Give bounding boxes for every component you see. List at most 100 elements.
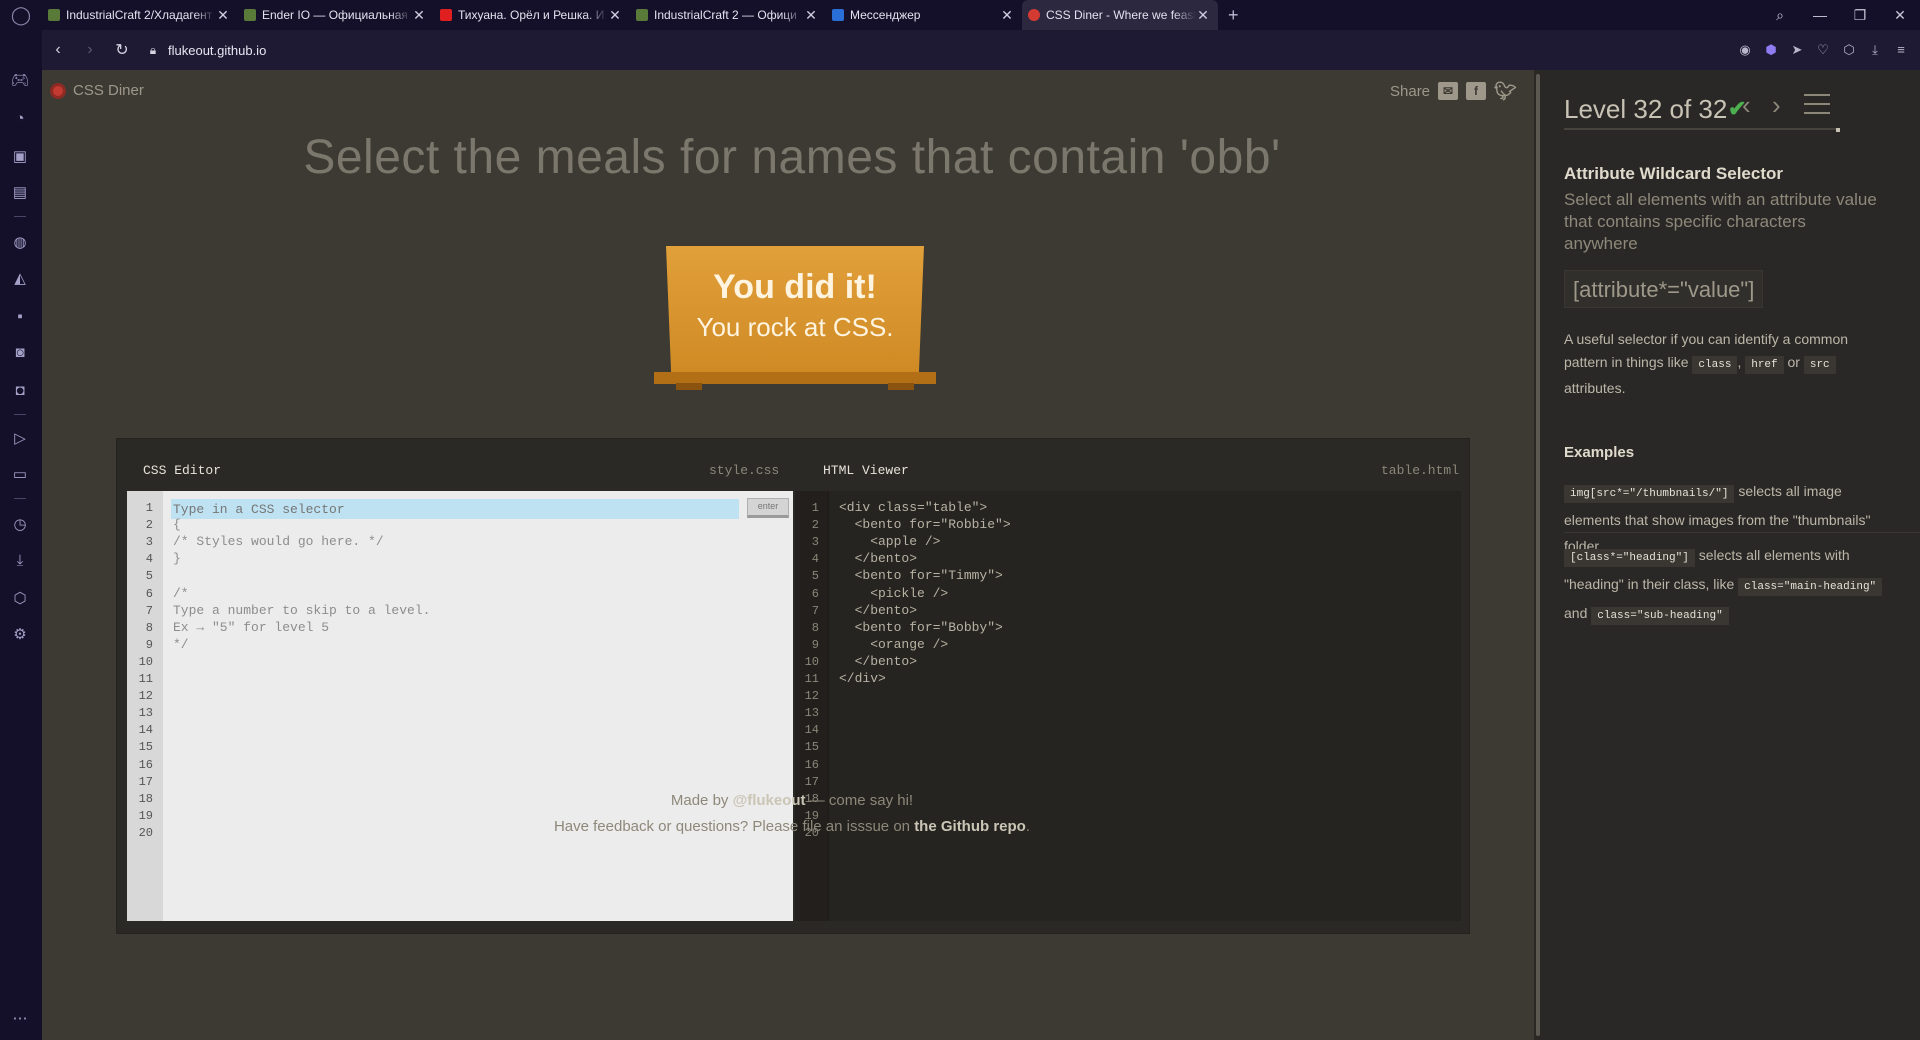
footer-say-hi: — come say hi! (809, 792, 914, 809)
order-instruction: Select the meals for names that contain … (303, 131, 1281, 184)
vk-icon[interactable]: ▪ (8, 304, 32, 328)
html-line-numbers: 1 2 3 4 5 6 7 8 9 10 11 12 13 14 15 16 17 18 19 20 (795, 491, 829, 921)
line-number: 16 (804, 757, 819, 772)
tray-surface (666, 246, 924, 374)
tab-2[interactable]: Тихуана. Орёл и Решка. И ✕ (434, 0, 630, 30)
url-field[interactable]: flukeout.github.io (168, 43, 1732, 58)
close-icon[interactable]: ✕ (412, 7, 426, 24)
line-number: 5 (811, 569, 819, 584)
camera-icon[interactable]: ◉ (1732, 42, 1758, 58)
gamepad-icon[interactable]: 🎮︎ (8, 68, 32, 92)
line-number: 3 (811, 535, 819, 550)
extensions-icon[interactable]: ⬡ (8, 586, 32, 610)
heart-icon[interactable]: ♡ (1810, 42, 1836, 58)
tab-favicon-icon (636, 9, 648, 21)
settings-icon[interactable]: ⚙ (8, 622, 32, 646)
code-line: /* (173, 585, 189, 601)
selector-hint: A useful selector if you can identify a … (1564, 328, 1890, 400)
tab-title: Ender IO — Официальная (262, 8, 408, 22)
tab-1[interactable]: Ender IO — Официальная ✕ (238, 0, 434, 30)
email-icon[interactable]: ✉ (1438, 82, 1459, 100)
tab-5-active[interactable]: CSS Diner - Where we feast ✕ (1022, 0, 1218, 30)
more-icon[interactable]: ⋯ (8, 1006, 32, 1030)
tab-title: IndustrialCraft 2/Хладагент (66, 8, 213, 22)
telegram-icon[interactable]: ◭ (8, 266, 32, 290)
search-icon[interactable]: ⌕ (1760, 7, 1800, 24)
example-code: class="sub-heading" (1591, 607, 1729, 625)
next-level-button[interactable]: › (1772, 90, 1781, 121)
line-number: 2 (811, 518, 819, 533)
previous-level-button[interactable]: ‹ (1742, 90, 1751, 121)
line-number: 12 (138, 689, 153, 704)
line-number: 15 (138, 740, 153, 755)
discord-icon[interactable]: ◘ (8, 378, 32, 402)
html-viewer-filename: table.html (1381, 463, 1460, 478)
line-number: 1 (145, 501, 153, 515)
line-number: 13 (804, 706, 819, 721)
menu-icon[interactable]: ≡ (1888, 42, 1914, 58)
player-icon[interactable]: ▷ (8, 426, 32, 450)
line-number: 2 (145, 518, 153, 533)
code-line: /* Styles would go here. */ (173, 534, 384, 550)
tab-title: Тихуана. Орёл и Решка. И (458, 8, 605, 22)
forward-icon[interactable]: › (74, 41, 106, 59)
close-icon[interactable]: ✕ (804, 7, 818, 24)
close-icon[interactable]: ✕ (216, 7, 230, 24)
footer-period: . (1025, 818, 1031, 835)
editor-container: CSS Editor style.css HTML Viewer table.h… (116, 438, 1470, 934)
new-tab-button[interactable]: + (1228, 5, 1248, 26)
cube-icon[interactable]: ⬡ (1836, 42, 1862, 58)
close-icon[interactable]: ✕ (1000, 7, 1014, 24)
close-icon[interactable]: ✕ (608, 7, 622, 24)
github-repo-link[interactable]: the Github repo (914, 818, 1026, 835)
twitch-icon[interactable]: ▤ (8, 180, 32, 204)
css-selector-input[interactable] (171, 499, 739, 519)
footer-credit: Made by @flukeout — come say hi! (42, 792, 1542, 809)
minimize-icon[interactable]: — (1800, 7, 1840, 23)
downloads-icon[interactable]: ⤓ (8, 548, 32, 572)
author-link[interactable]: @flukeout (733, 792, 806, 809)
selector-description: Select all elements with an attribute va… (1564, 190, 1877, 253)
success-title: You did it! (713, 268, 877, 306)
reload-icon[interactable]: ↻ (106, 40, 138, 60)
bag-icon[interactable]: ▣ (8, 144, 32, 168)
close-window-icon[interactable]: ✕ (1880, 7, 1920, 24)
whatsapp-icon[interactable]: ◍ (8, 230, 32, 254)
line-number: 12 (804, 689, 819, 704)
css-editor-filename: style.css (709, 463, 780, 478)
code-line: </bento> (839, 551, 918, 567)
instagram-icon[interactable]: ◙ (8, 340, 32, 364)
css-editor-title: CSS Editor (143, 463, 222, 478)
history-icon[interactable]: ◷ (8, 512, 32, 536)
selector-syntax: [attribute*="value"] (1564, 270, 1764, 308)
tab-title: IndustrialCraft 2 — Офици (654, 8, 797, 22)
line-number: 16 (138, 757, 153, 772)
scrollbar-thumb[interactable] (1536, 74, 1540, 1036)
enter-button[interactable]: enter (747, 498, 789, 518)
success-subtitle: You rock at CSS. (696, 312, 894, 342)
brand[interactable]: CSS Diner (50, 82, 144, 99)
tab-favicon-icon (832, 9, 844, 21)
close-icon[interactable]: ✕ (1196, 7, 1210, 24)
facebook-icon[interactable]: f (1466, 82, 1487, 100)
send-icon[interactable]: ➤ (1784, 42, 1810, 58)
examples-divider (1564, 532, 1920, 533)
level-menu-icon[interactable] (1804, 94, 1830, 121)
example-code: img[src*="/thumbnails/"] (1564, 485, 1735, 503)
tab-favicon-icon (1028, 9, 1040, 21)
twitter-icon[interactable]: 🐦︎ (1494, 82, 1517, 100)
download-icon[interactable]: ⤓ (1862, 42, 1888, 58)
tab-3[interactable]: IndustrialCraft 2 — Офици ✕ (630, 0, 826, 30)
lock-icon[interactable]: 🔒︎ (138, 43, 168, 58)
tab-4[interactable]: Мессенджер ✕ (826, 0, 1022, 30)
brand-name: CSS Diner (73, 82, 144, 99)
tab-0[interactable]: IndustrialCraft 2/Хладагент ✕ (42, 0, 238, 30)
speed-dial-icon[interactable]: ◔ (8, 106, 32, 130)
opera-logo-icon[interactable]: ◯ (0, 0, 42, 30)
back-icon[interactable]: ‹ (42, 41, 74, 59)
wallet-icon[interactable]: ▭ (8, 462, 32, 486)
progress-indicator (1836, 128, 1840, 132)
line-number: 4 (145, 552, 153, 567)
restore-icon[interactable]: ❐ (1840, 7, 1880, 24)
shield-icon[interactable]: ⬢ (1758, 42, 1784, 58)
